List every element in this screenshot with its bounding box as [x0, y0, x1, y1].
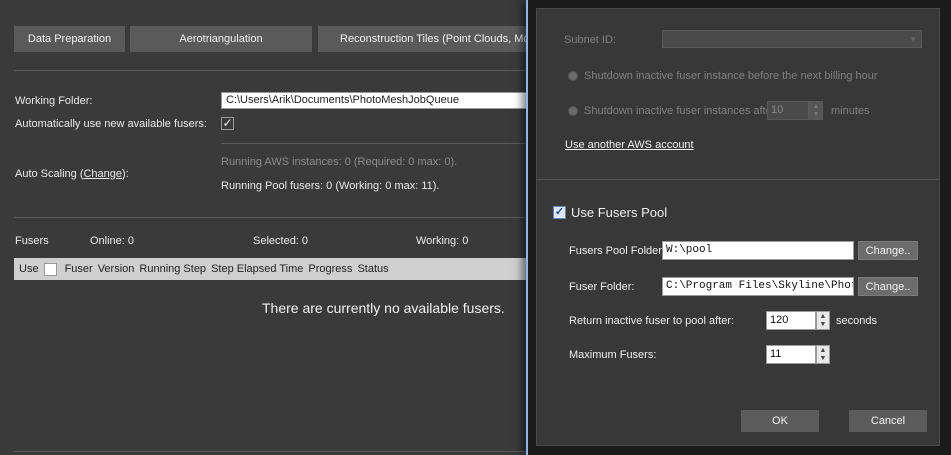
auto-scaling-label: Auto Scaling (Change): [15, 168, 129, 180]
change-fuser-folder-button[interactable]: Change.. [858, 277, 918, 296]
auto-use-fusers-label: Automatically use new available fusers: [15, 118, 207, 130]
subnet-id-dropdown[interactable]: ▼ [662, 30, 922, 48]
fuser-folder-label: Fuser Folder: [569, 281, 635, 293]
another-aws-account-text[interactable]: Use another AWS account [565, 139, 694, 151]
fusers-pool-folder-label: Fusers Pool Folder: [569, 245, 665, 257]
working-folder-input[interactable]: C:\Users\Arik\Documents\PhotoMeshJobQueu… [221, 92, 527, 109]
return-seconds-spinner[interactable]: ▲ ▼ [816, 311, 830, 330]
subnet-id-label: Subnet ID: [564, 34, 616, 46]
spin-up-icon: ▲ [819, 346, 827, 354]
fusers-selected-count: Selected: 0 [253, 235, 309, 247]
reconstruction-tiles-button[interactable]: Reconstruction Tiles (Point Clouds, Mo [318, 26, 527, 52]
no-fusers-message: There are currently no available fusers. [262, 300, 505, 316]
auto-scaling-suffix: ): [122, 168, 129, 180]
divider [537, 179, 939, 180]
ok-button[interactable]: OK [741, 410, 819, 432]
column-header-status[interactable]: Status [357, 263, 388, 275]
fusers-title: Fusers [15, 235, 49, 247]
shutdown-minutes-spinner[interactable]: ▲ ▼ [809, 101, 823, 120]
spin-up-icon: ▲ [819, 312, 827, 320]
spin-down-icon: ▼ [812, 110, 820, 118]
column-header-fuser[interactable]: Fuser [65, 263, 93, 275]
select-all-checkbox[interactable] [43, 262, 57, 276]
divider [14, 451, 527, 452]
change-pool-folder-button[interactable]: Change.. [858, 241, 918, 260]
spin-down-icon: ▼ [819, 320, 827, 328]
spin-down-icon: ▼ [819, 354, 827, 362]
auto-scaling-text: Auto Scaling ( [15, 168, 84, 180]
divider [14, 217, 527, 218]
shutdown-billing-label: Shutdown inactive fuser instance before … [584, 70, 878, 82]
fusers-working-count: Working: 0 [416, 235, 469, 247]
aerotriangulation-button[interactable]: Aerotriangulation [130, 26, 312, 52]
divider [221, 143, 527, 144]
data-preparation-button[interactable]: Data Preparation [14, 26, 125, 52]
chevron-down-icon: ▼ [909, 35, 917, 44]
column-header-progress[interactable]: Progress [308, 263, 352, 275]
running-aws-instances-text: Running AWS instances: 0 (Required: 0 ma… [221, 156, 458, 168]
column-header-running-step[interactable]: Running Step [139, 263, 206, 275]
spin-up-icon: ▲ [812, 102, 820, 110]
return-seconds-input[interactable]: 120 [766, 311, 816, 330]
cancel-button[interactable]: Cancel [849, 410, 927, 432]
fuser-folder-input[interactable]: C:\Program Files\Skyline\PhotoMesh [662, 277, 854, 296]
maximum-fusers-label: Maximum Fusers: [569, 349, 657, 361]
fusers-grid-header: Use Fuser Version Running Step Step Elap… [14, 258, 527, 280]
shutdown-billing-radio[interactable] [568, 71, 578, 81]
fuser-settings-dialog: Subnet ID: ▼ Shutdown inactive fuser ins… [526, 0, 951, 455]
auto-use-fusers-checkbox[interactable]: ✓ [221, 117, 234, 130]
seconds-unit-label: seconds [836, 315, 877, 327]
another-aws-account-link[interactable]: Use another AWS account [565, 139, 694, 151]
maximum-fusers-input[interactable]: 11 [766, 345, 816, 364]
maximum-fusers-spinner[interactable]: ▲ ▼ [816, 345, 830, 364]
running-pool-fusers-text: Running Pool fusers: 0 (Working: 0 max: … [221, 180, 440, 192]
dialog-body: Subnet ID: ▼ Shutdown inactive fuser ins… [536, 8, 940, 446]
shutdown-after-radio[interactable] [568, 106, 578, 116]
use-fusers-pool-label: Use Fusers Pool [571, 205, 668, 220]
working-folder-label: Working Folder: [15, 95, 93, 107]
fusers-online-count: Online: 0 [90, 235, 135, 247]
column-header-step-elapsed-time[interactable]: Step Elapsed Time [211, 263, 303, 275]
auto-scaling-change-link[interactable]: Change [83, 168, 122, 180]
divider [14, 70, 527, 71]
shutdown-minutes-input[interactable]: 10 [767, 101, 809, 120]
use-fusers-pool-checkbox[interactable]: ✓ [553, 206, 566, 219]
return-fuser-label: Return inactive fuser to pool after: [569, 315, 735, 327]
fusers-pool-folder-input[interactable]: W:\pool [662, 241, 854, 260]
minutes-unit-label: minutes [831, 105, 870, 117]
shutdown-after-label: Shutdown inactive fuser instances after: [584, 105, 779, 117]
column-header-use[interactable]: Use [19, 263, 39, 275]
column-header-version[interactable]: Version [98, 263, 135, 275]
